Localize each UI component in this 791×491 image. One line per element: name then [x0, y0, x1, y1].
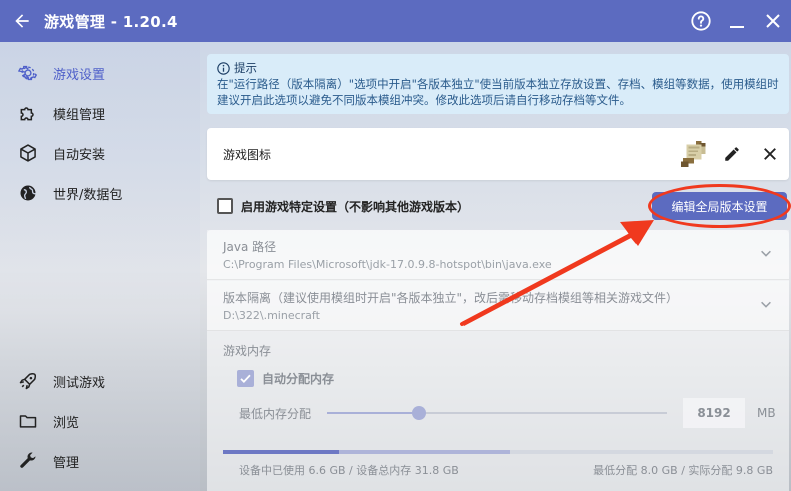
sidebar-item-auto-install[interactable]: 自动安装	[0, 133, 200, 173]
sidebar: 游戏设置 模组管理 自动安装 世界/数据包 测试游戏 浏览 管理	[0, 42, 200, 491]
min-memory-input[interactable]: 8192	[683, 398, 746, 428]
sidebar-item-label: 自动安装	[53, 147, 106, 163]
version-isolation-row[interactable]: 版本隔离（建议使用模组时开启"各版本独立"，改后需移动存档模组等相关游戏文件） …	[207, 281, 789, 331]
info-icon	[217, 61, 230, 75]
sidebar-item-label: 测试游戏	[53, 375, 106, 391]
java-path-row[interactable]: Java 路径 C:\Program Files\Microsoft\jdk-1…	[207, 230, 789, 280]
sidebar-item-game-settings[interactable]: 游戏设置	[0, 53, 200, 93]
back-button[interactable]	[0, 0, 44, 42]
sidebar-item-label: 模组管理	[53, 107, 106, 123]
memory-title: 游戏内存	[223, 344, 272, 358]
edit-icon-button[interactable]	[713, 135, 751, 173]
game-icon-card: 游戏图标	[207, 128, 789, 180]
settings-list: Java 路径 C:\Program Files\Microsoft\jdk-1…	[207, 230, 789, 491]
rocket-icon	[17, 370, 39, 392]
chevron-down-icon	[761, 250, 771, 257]
sidebar-item-label: 世界/数据包	[53, 187, 123, 203]
close-icon	[764, 148, 776, 160]
main-panel: 提示 在"运行路径（版本隔离）"选项中开启"各版本独立"使当前版本独立存放设置、…	[207, 42, 791, 491]
globe-icon	[17, 182, 39, 204]
sidebar-item-worlds-datapacks[interactable]: 世界/数据包	[0, 173, 200, 213]
sidebar-item-browse[interactable]: 浏览	[0, 401, 200, 441]
window-title: 游戏管理 - 1.20.4	[44, 12, 178, 31]
scroll-icon	[680, 140, 706, 168]
java-path-title: Java 路径	[223, 240, 277, 254]
puzzle-icon	[17, 102, 39, 124]
hint-text: 在"运行路径（版本隔离）"选项中开启"各版本独立"使当前版本独立存放设置、存档、…	[217, 77, 779, 107]
annotation-ellipse	[648, 184, 791, 228]
auto-memory-row[interactable]: 自动分配内存	[237, 370, 334, 387]
pencil-icon	[725, 147, 739, 161]
min-memory-label: 最低内存分配	[239, 406, 312, 421]
specific-settings-checkbox[interactable]	[217, 198, 233, 214]
check-icon	[240, 374, 251, 384]
help-button[interactable]	[683, 0, 719, 42]
minimize-icon	[730, 26, 744, 28]
memory-usage-bar	[223, 450, 773, 454]
close-icon	[766, 14, 780, 28]
auto-memory-checkbox[interactable]	[237, 370, 254, 387]
cube-icon	[17, 142, 39, 164]
memory-used-segment	[223, 450, 339, 454]
memory-usage-right: 最低分配 8.0 GB / 实际分配 9.8 GB	[593, 464, 773, 477]
close-window-button[interactable]	[755, 0, 791, 42]
min-memory-slider[interactable]	[327, 406, 668, 420]
min-memory-row: 最低内存分配 8192 MB	[239, 398, 779, 428]
version-isolation-value: D:\322\.minecraft	[223, 309, 320, 322]
chevron-down-icon	[761, 301, 771, 308]
arrow-left-icon	[15, 14, 29, 28]
minimize-button[interactable]	[719, 0, 755, 42]
memory-unit: MB	[757, 406, 776, 420]
sidebar-item-label: 管理	[53, 455, 80, 471]
help-circle-icon	[691, 11, 711, 31]
memory-usage-left: 设备中已使用 6.6 GB / 设备总内存 31.8 GB	[239, 464, 459, 477]
version-isolation-title: 版本隔离（建议使用模组时开启"各版本独立"，改后需移动存档模组等相关游戏文件）	[223, 291, 679, 305]
sidebar-item-manage[interactable]: 管理	[0, 441, 200, 481]
slider-thumb[interactable]	[412, 406, 427, 420]
title-bar: 游戏管理 - 1.20.4	[0, 0, 791, 42]
specific-settings-label: 启用游戏特定设置（不影响其他游戏版本）	[241, 199, 470, 214]
java-path-value: C:\Program Files\Microsoft\jdk-17.0.9.8-…	[223, 258, 552, 271]
auto-memory-label: 自动分配内存	[262, 372, 335, 386]
wrench-icon	[17, 450, 39, 472]
sidebar-item-label: 浏览	[53, 415, 80, 431]
hint-box: 提示 在"运行路径（版本隔离）"选项中开启"各版本独立"使当前版本独立存放设置、…	[207, 54, 789, 114]
sidebar-item-label: 游戏设置	[53, 67, 106, 83]
sidebar-item-mod-management[interactable]: 模组管理	[0, 93, 200, 133]
hint-title: 提示	[234, 61, 257, 75]
memory-allocated-segment	[339, 450, 510, 454]
gear-icon	[17, 62, 39, 84]
sidebar-item-test-game[interactable]: 测试游戏	[0, 361, 200, 401]
clear-icon-button[interactable]	[751, 135, 789, 173]
folder-icon	[17, 410, 39, 432]
game-icon-preview[interactable]	[675, 135, 713, 173]
game-icon-label: 游戏图标	[223, 147, 272, 162]
